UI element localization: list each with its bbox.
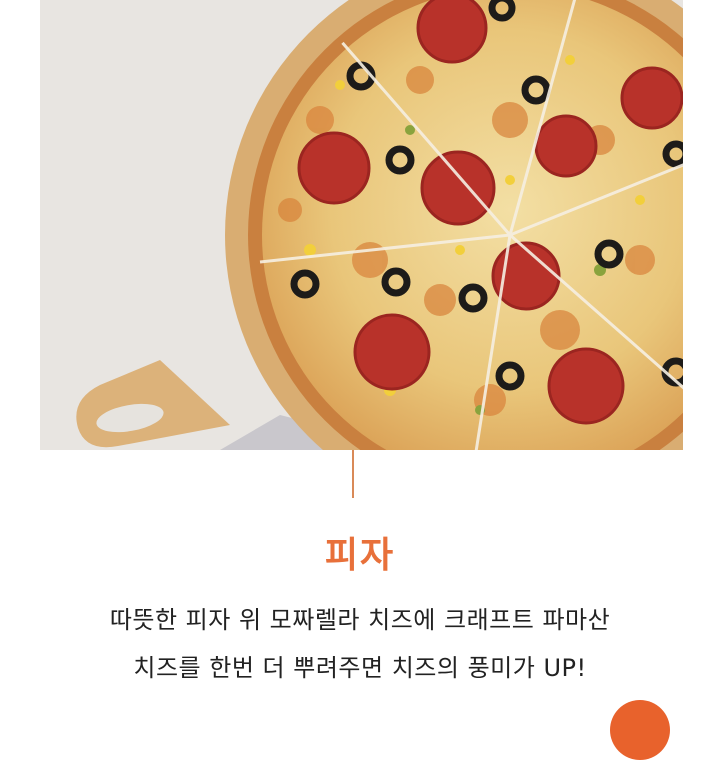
product-description-line2: 치즈를 한번 더 뿌려주면 치즈의 풍미가 UP! <box>133 654 587 682</box>
scroll-circle-button[interactable] <box>610 700 670 760</box>
product-description-line1: 따뜻한 피자 위 모짜렐라 치즈에 크래프트 파마산 <box>109 606 611 634</box>
divider-line <box>352 450 354 498</box>
pizza-photo <box>40 0 683 450</box>
product-title: 피자 <box>324 535 396 576</box>
